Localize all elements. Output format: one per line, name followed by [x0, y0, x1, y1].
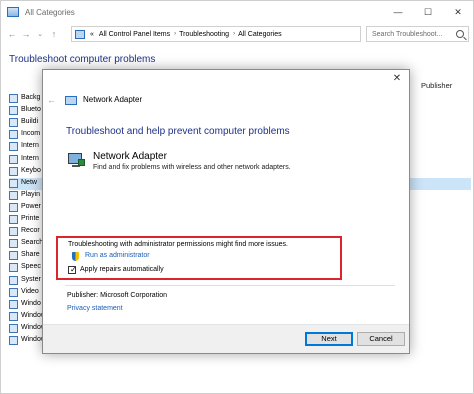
list-item-name: Recor	[21, 227, 40, 235]
list-item-name: Blueto	[21, 106, 41, 114]
troubleshooter-icon	[9, 227, 18, 237]
network-adapter-icon	[68, 153, 86, 169]
list-item-name: Syster	[21, 275, 41, 283]
troubleshooter-icon	[9, 142, 18, 152]
list-item-name: Printe	[21, 215, 40, 222]
list-item-name: Playin	[21, 190, 41, 198]
troubleshooter-description: Find and fix problems with wireless and …	[93, 164, 291, 171]
dialog-close-button[interactable]: ✕	[391, 73, 403, 85]
recent-chevron-icon[interactable]: ⌄	[33, 30, 47, 38]
troubleshooter-icon	[9, 239, 18, 249]
list-item-name: Share	[21, 251, 40, 259]
troubleshooter-icon	[9, 130, 18, 140]
window-titlebar: All Categories — ☐ ✕	[1, 1, 473, 23]
checkmark-icon: ✓	[70, 265, 77, 274]
window-title: All Categories	[25, 7, 75, 17]
chevron-right-icon: ›	[174, 31, 177, 37]
troubleshooter-icon	[9, 154, 18, 164]
address-bar[interactable]: « All Control Panel Items › Troubleshoot…	[71, 26, 361, 42]
maximize-button[interactable]: ☐	[413, 1, 443, 23]
next-button[interactable]: Next	[305, 332, 353, 346]
dialog-divider	[65, 285, 395, 286]
list-item-name: Keybo	[21, 166, 41, 174]
privacy-statement-link[interactable]: Privacy statement	[67, 305, 123, 312]
apply-repairs-checkbox[interactable]: ✓	[68, 265, 77, 274]
troubleshooter-icon	[9, 215, 18, 224]
list-item-name: Netw	[21, 178, 37, 186]
network-adapter-small-icon	[65, 96, 77, 105]
apply-repairs-label[interactable]: Apply repairs automatically	[80, 266, 164, 273]
troubleshooter-icon	[9, 202, 18, 212]
minimize-button[interactable]: —	[383, 1, 413, 23]
dialog-title: Network Adapter	[83, 95, 143, 104]
list-item-name: Intern	[21, 142, 39, 150]
publisher-text: Publisher: Microsoft Corporation	[67, 292, 167, 299]
list-item-name: Backg	[21, 94, 41, 101]
up-arrow-icon[interactable]: ↑	[47, 29, 61, 39]
list-item-name: Speec	[21, 263, 41, 271]
troubleshooter-icon	[9, 275, 18, 285]
dialog-heading: Troubleshoot and help prevent computer p…	[66, 126, 290, 137]
troubleshooter-icon	[9, 106, 18, 116]
troubleshooter-icon	[9, 287, 18, 297]
column-header-publisher[interactable]: Publisher	[421, 81, 452, 93]
list-item-name: Intern	[21, 154, 39, 162]
list-item-name: Buildi	[21, 118, 39, 126]
window-controls: — ☐ ✕	[383, 1, 473, 23]
chevron-right-icon: ›	[233, 31, 236, 37]
admin-options-highlight: Troubleshooting with administrator permi…	[56, 236, 342, 280]
breadcrumb-all-items[interactable]: All Control Panel Items	[99, 31, 170, 38]
list-item-name: Windo	[21, 299, 41, 307]
search-input[interactable]: Search Troubleshoot...	[372, 31, 442, 38]
back-arrow-icon[interactable]: ←	[5, 29, 19, 39]
network-adapter-dialog: ✕ ← Network Adapter Troubleshoot and hel…	[42, 69, 410, 354]
troubleshooter-icon	[9, 299, 18, 309]
list-item-name: Video	[21, 287, 39, 295]
breadcrumb-all-categories[interactable]: All Categories	[238, 31, 282, 38]
cancel-button[interactable]: Cancel	[357, 332, 405, 346]
breadcrumb-overflow[interactable]: «	[90, 31, 94, 38]
search-box[interactable]: Search Troubleshoot...	[366, 26, 469, 42]
close-button[interactable]: ✕	[443, 1, 473, 23]
troubleshooter-icon	[9, 251, 18, 261]
troubleshooter-icon	[9, 311, 18, 321]
list-item-name: Search	[21, 239, 44, 247]
troubleshooter-icon	[9, 118, 18, 128]
dialog-footer: Next Cancel	[43, 324, 409, 353]
troubleshooter-icon	[9, 94, 18, 103]
control-panel-small-icon	[75, 29, 85, 39]
uac-shield-icon	[72, 252, 79, 261]
list-item-name: Incom	[21, 130, 41, 138]
troubleshooter-icon	[9, 263, 18, 273]
troubleshooter-icon	[9, 336, 18, 345]
forward-arrow-icon[interactable]: →	[19, 29, 33, 39]
troubleshooter-icon	[9, 323, 18, 333]
search-icon[interactable]	[456, 30, 464, 38]
troubleshooter-name: Network Adapter	[93, 151, 167, 162]
run-as-administrator-link[interactable]: Run as administrator	[85, 252, 150, 259]
navigation-bar: ← → ⌄ ↑ « All Control Panel Items › Trou…	[1, 23, 473, 45]
back-arrow-icon[interactable]: ←	[47, 95, 56, 105]
troubleshooter-icon	[9, 178, 18, 188]
breadcrumb-troubleshooting[interactable]: Troubleshooting	[179, 31, 229, 38]
control-panel-icon	[7, 7, 19, 17]
list-item-name: Power	[21, 202, 41, 210]
admin-permissions-text: Troubleshooting with administrator permi…	[68, 241, 288, 248]
troubleshooter-icon	[9, 166, 18, 176]
page-title: Troubleshoot computer problems	[9, 54, 156, 65]
troubleshooter-icon	[9, 190, 18, 200]
